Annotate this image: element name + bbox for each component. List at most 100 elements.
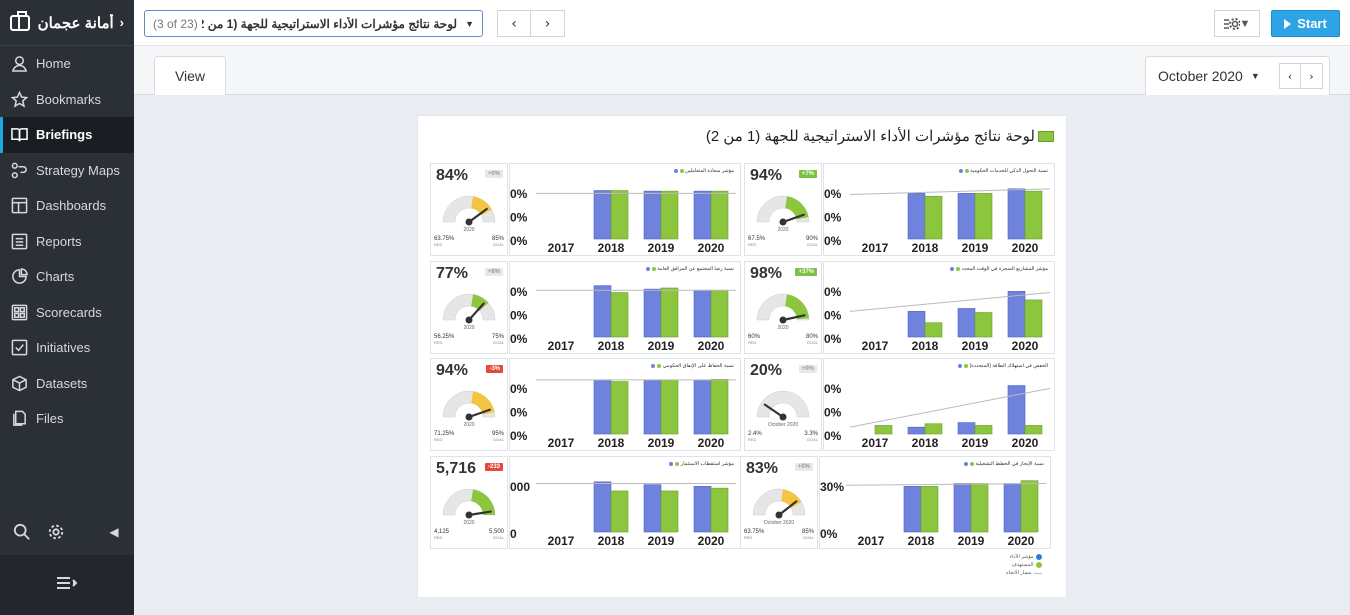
gauge-icon — [756, 195, 810, 226]
x-tick-label: 2018 — [598, 534, 625, 548]
y-tick-label: 0% — [824, 285, 842, 299]
target-bar — [710, 289, 729, 338]
previous-period-button[interactable]: ‹ — [1279, 63, 1301, 89]
target-bar — [1024, 425, 1043, 435]
target-bar — [924, 195, 943, 240]
kpi-goal: 3.3% GOAL — [804, 431, 818, 442]
actual-bar — [643, 379, 662, 435]
kpi-card[interactable]: 94% -3% 2020 71.25% RED 95% GOAL — [430, 358, 508, 451]
search-icon[interactable] — [12, 522, 32, 542]
x-tick-label: 2018 — [912, 436, 939, 450]
menu-expand-icon[interactable] — [56, 575, 78, 596]
target-bar — [974, 425, 993, 435]
y-tick-label: 0% — [824, 211, 842, 225]
tab-view[interactable]: View — [154, 56, 226, 95]
target-bar — [610, 381, 629, 435]
period-label: October 2020 — [1158, 68, 1243, 84]
x-tick-label: 2020 — [1012, 436, 1039, 450]
start-button[interactable]: Start — [1271, 10, 1340, 37]
legend-trend: مسار الاتجاه — [1006, 569, 1043, 577]
kpi-change-badge: +0% — [794, 463, 813, 471]
previous-briefing-button[interactable]: ‹ — [497, 10, 531, 37]
actual-bar — [643, 288, 662, 338]
gauge-icon — [752, 488, 806, 519]
kpi-chart[interactable]: 0% 0% 0% 2017 2018 2019 2020 مؤشر سعادة المتعام… — [509, 163, 741, 256]
actual-dot-icon — [950, 266, 955, 271]
chevron-down-icon: ▼ — [465, 18, 474, 29]
sidebar-item-label: Datasets — [36, 375, 88, 391]
kpi-card[interactable]: 20% +0% October 2020 2.4% RED 3.3% GOAL — [744, 358, 822, 451]
chart-title: مؤشر استقطاب الاستثمار — [667, 461, 734, 467]
x-tick-label: 2017 — [862, 339, 889, 353]
legend-actual-label: مؤشر الأداء — [1009, 554, 1034, 560]
legend-trend-label: مسار الاتجاه — [1006, 570, 1032, 576]
target-dot-icon — [679, 168, 684, 173]
sidebar-item-files[interactable]: Files — [0, 401, 134, 437]
target-bar — [660, 287, 679, 338]
target-bar — [924, 423, 943, 435]
kpi-chart[interactable]: 0% 0% 0% 2017 2018 2019 2020 نسبة الحفاظ على ال… — [509, 358, 741, 451]
actual-dot-icon — [669, 461, 674, 466]
settings-menu-button[interactable]: ▼ — [1214, 10, 1260, 37]
kpi-card[interactable]: 77% +8% 2020 56.25% RED 75% GOAL — [430, 261, 508, 354]
briefing-page: لوحة نتائج مؤشرات الأداء الاستراتيجية لل… — [417, 115, 1067, 598]
y-tick-label: 0% — [510, 429, 528, 443]
kpi-chart[interactable]: 0% 0% 0% 2017 2018 2019 2020 مؤشر المشاريع المن… — [823, 261, 1055, 354]
collapse-sidebar-icon[interactable]: ◀ — [104, 522, 124, 542]
sidebar-item-strategy-maps[interactable]: Strategy Maps — [0, 153, 134, 189]
gear-icon[interactable] — [46, 522, 66, 542]
kpi-chart[interactable]: 0% 0% 0% 2017 2018 2019 2020 الخفض في استهلاك ا… — [823, 358, 1055, 451]
sidebar-item-home[interactable]: Home — [0, 46, 134, 82]
x-tick-label: 2019 — [648, 339, 675, 353]
kpi-goal: 75% GOAL — [491, 334, 504, 345]
actual-bar — [957, 422, 976, 435]
brand-header[interactable]: أمانة عجمان › — [0, 0, 134, 46]
kpi-card[interactable]: 94% +7% 2020 67.5% RED 90% GOAL — [744, 163, 822, 256]
kpi-card[interactable]: 83% +0% October 2020 63.75% RED 85% GOAL — [740, 456, 818, 549]
actual-bar — [593, 481, 612, 533]
briefing-select[interactable]: (3 of 23) لوحة نتائج مؤشرات الأداء الاست… — [144, 10, 483, 37]
x-tick-label: 2020 — [698, 339, 725, 353]
gauge-icon — [442, 488, 496, 519]
sidebar-item-reports[interactable]: Reports — [0, 224, 134, 260]
sidebar-item-datasets[interactable]: Datasets — [0, 366, 134, 402]
kpi-value: 98% — [750, 265, 783, 282]
actual-bar — [953, 483, 972, 533]
x-tick-label: 2018 — [598, 436, 625, 450]
sidebar-item-bookmarks[interactable]: Bookmarks — [0, 82, 134, 118]
next-period-button[interactable]: › — [1301, 63, 1323, 89]
kpi-value: 20% — [750, 362, 783, 379]
gauge-icon — [756, 390, 810, 421]
chevron-right-icon[interactable]: › — [120, 15, 124, 30]
chart-title: مؤشر المشاريع المنجزة في الوقت المحدد — [948, 266, 1048, 272]
sidebar-item-scorecards[interactable]: Scorecards — [0, 295, 134, 331]
kpi-card[interactable]: 84% +0% 2020 63.75% RED 85% GOAL — [430, 163, 508, 256]
x-tick-label: 2017 — [862, 241, 889, 255]
kpi-goal: 85% GOAL — [801, 529, 814, 540]
actual-bar — [693, 289, 712, 338]
target-dot-icon — [964, 168, 969, 173]
sidebar-item-charts[interactable]: Charts — [0, 259, 134, 295]
play-icon — [1284, 18, 1292, 29]
kpi-card[interactable]: 5,716 -233 2020 4,125 RED 5,500 GOAL — [430, 456, 508, 549]
sidebar-item-briefings[interactable]: Briefings — [0, 117, 134, 153]
target-dot-icon — [651, 266, 656, 271]
gauge-icon — [442, 293, 496, 324]
period-selector[interactable]: October 2020 ▼ ‹ › — [1145, 56, 1330, 95]
kpi-chart[interactable]: 000 0 2017 2018 2019 2020 مؤشر استقطاب الاستثم… — [509, 456, 741, 549]
kpi-value: 5,716 — [436, 460, 477, 477]
kpi-chart[interactable]: 0% 0% 0% 2017 2018 2019 2020 نسبة رضا المجتمع ع… — [509, 261, 741, 354]
sidebar-item-initiatives[interactable]: Initiatives — [0, 330, 134, 366]
actual-bar — [693, 379, 712, 435]
next-briefing-button[interactable]: › — [531, 10, 565, 37]
legend-target-label: المستهدف — [1011, 562, 1034, 568]
target-bar — [610, 190, 629, 240]
kpi-card[interactable]: 98% +37% 2020 60% RED 80% GOAL — [744, 261, 822, 354]
sidebar-item-dashboards[interactable]: Dashboards — [0, 188, 134, 224]
target-bar — [974, 312, 993, 338]
briefing-pager: ‹ › — [497, 10, 565, 37]
bar-chart: 0% 0% 0% 2017 2018 2019 2020 — [824, 187, 1051, 255]
kpi-chart[interactable]: 30% 0% 2017 2018 2019 2020 نسبة الإنجاز في الخ… — [819, 456, 1051, 549]
kpi-chart[interactable]: 0% 0% 0% 2017 2018 2019 2020 نسبة التحول الذكي … — [823, 163, 1055, 256]
sidebar-item-label: Initiatives — [36, 340, 91, 356]
